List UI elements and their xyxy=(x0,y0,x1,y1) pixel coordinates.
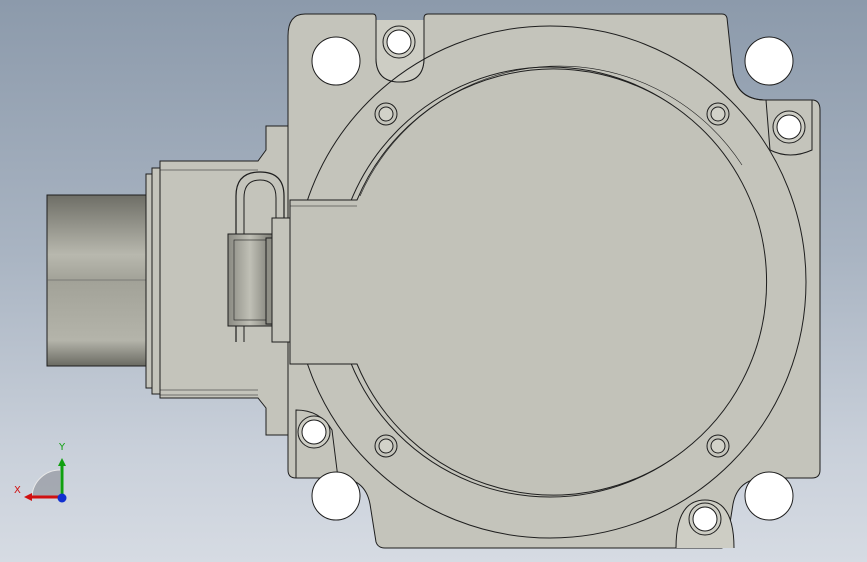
x-axis-label: X xyxy=(14,485,21,496)
screw-hole-tl xyxy=(378,106,394,122)
3d-model-viewport[interactable]: X Y xyxy=(0,0,867,562)
mount-hole-br xyxy=(744,471,794,521)
screw-hole-br xyxy=(710,438,726,454)
connector-cylinder xyxy=(46,194,152,367)
plug-body xyxy=(227,233,273,327)
screw-hole-bl xyxy=(378,438,394,454)
mount-hole-tr xyxy=(744,36,794,86)
mount-hole-bl xyxy=(311,471,361,521)
boss-hole-bottom xyxy=(692,506,718,532)
y-axis-label: Y xyxy=(59,442,66,453)
screw-hole-tr xyxy=(710,106,726,122)
boss-hole-right xyxy=(776,114,802,140)
mount-hole-tl xyxy=(311,36,361,86)
coordinate-triad: X Y xyxy=(10,440,80,510)
boss-hole-left xyxy=(301,419,327,445)
z-axis xyxy=(57,493,67,503)
boss-hole-top xyxy=(386,29,412,55)
motor-model[interactable] xyxy=(0,0,867,562)
